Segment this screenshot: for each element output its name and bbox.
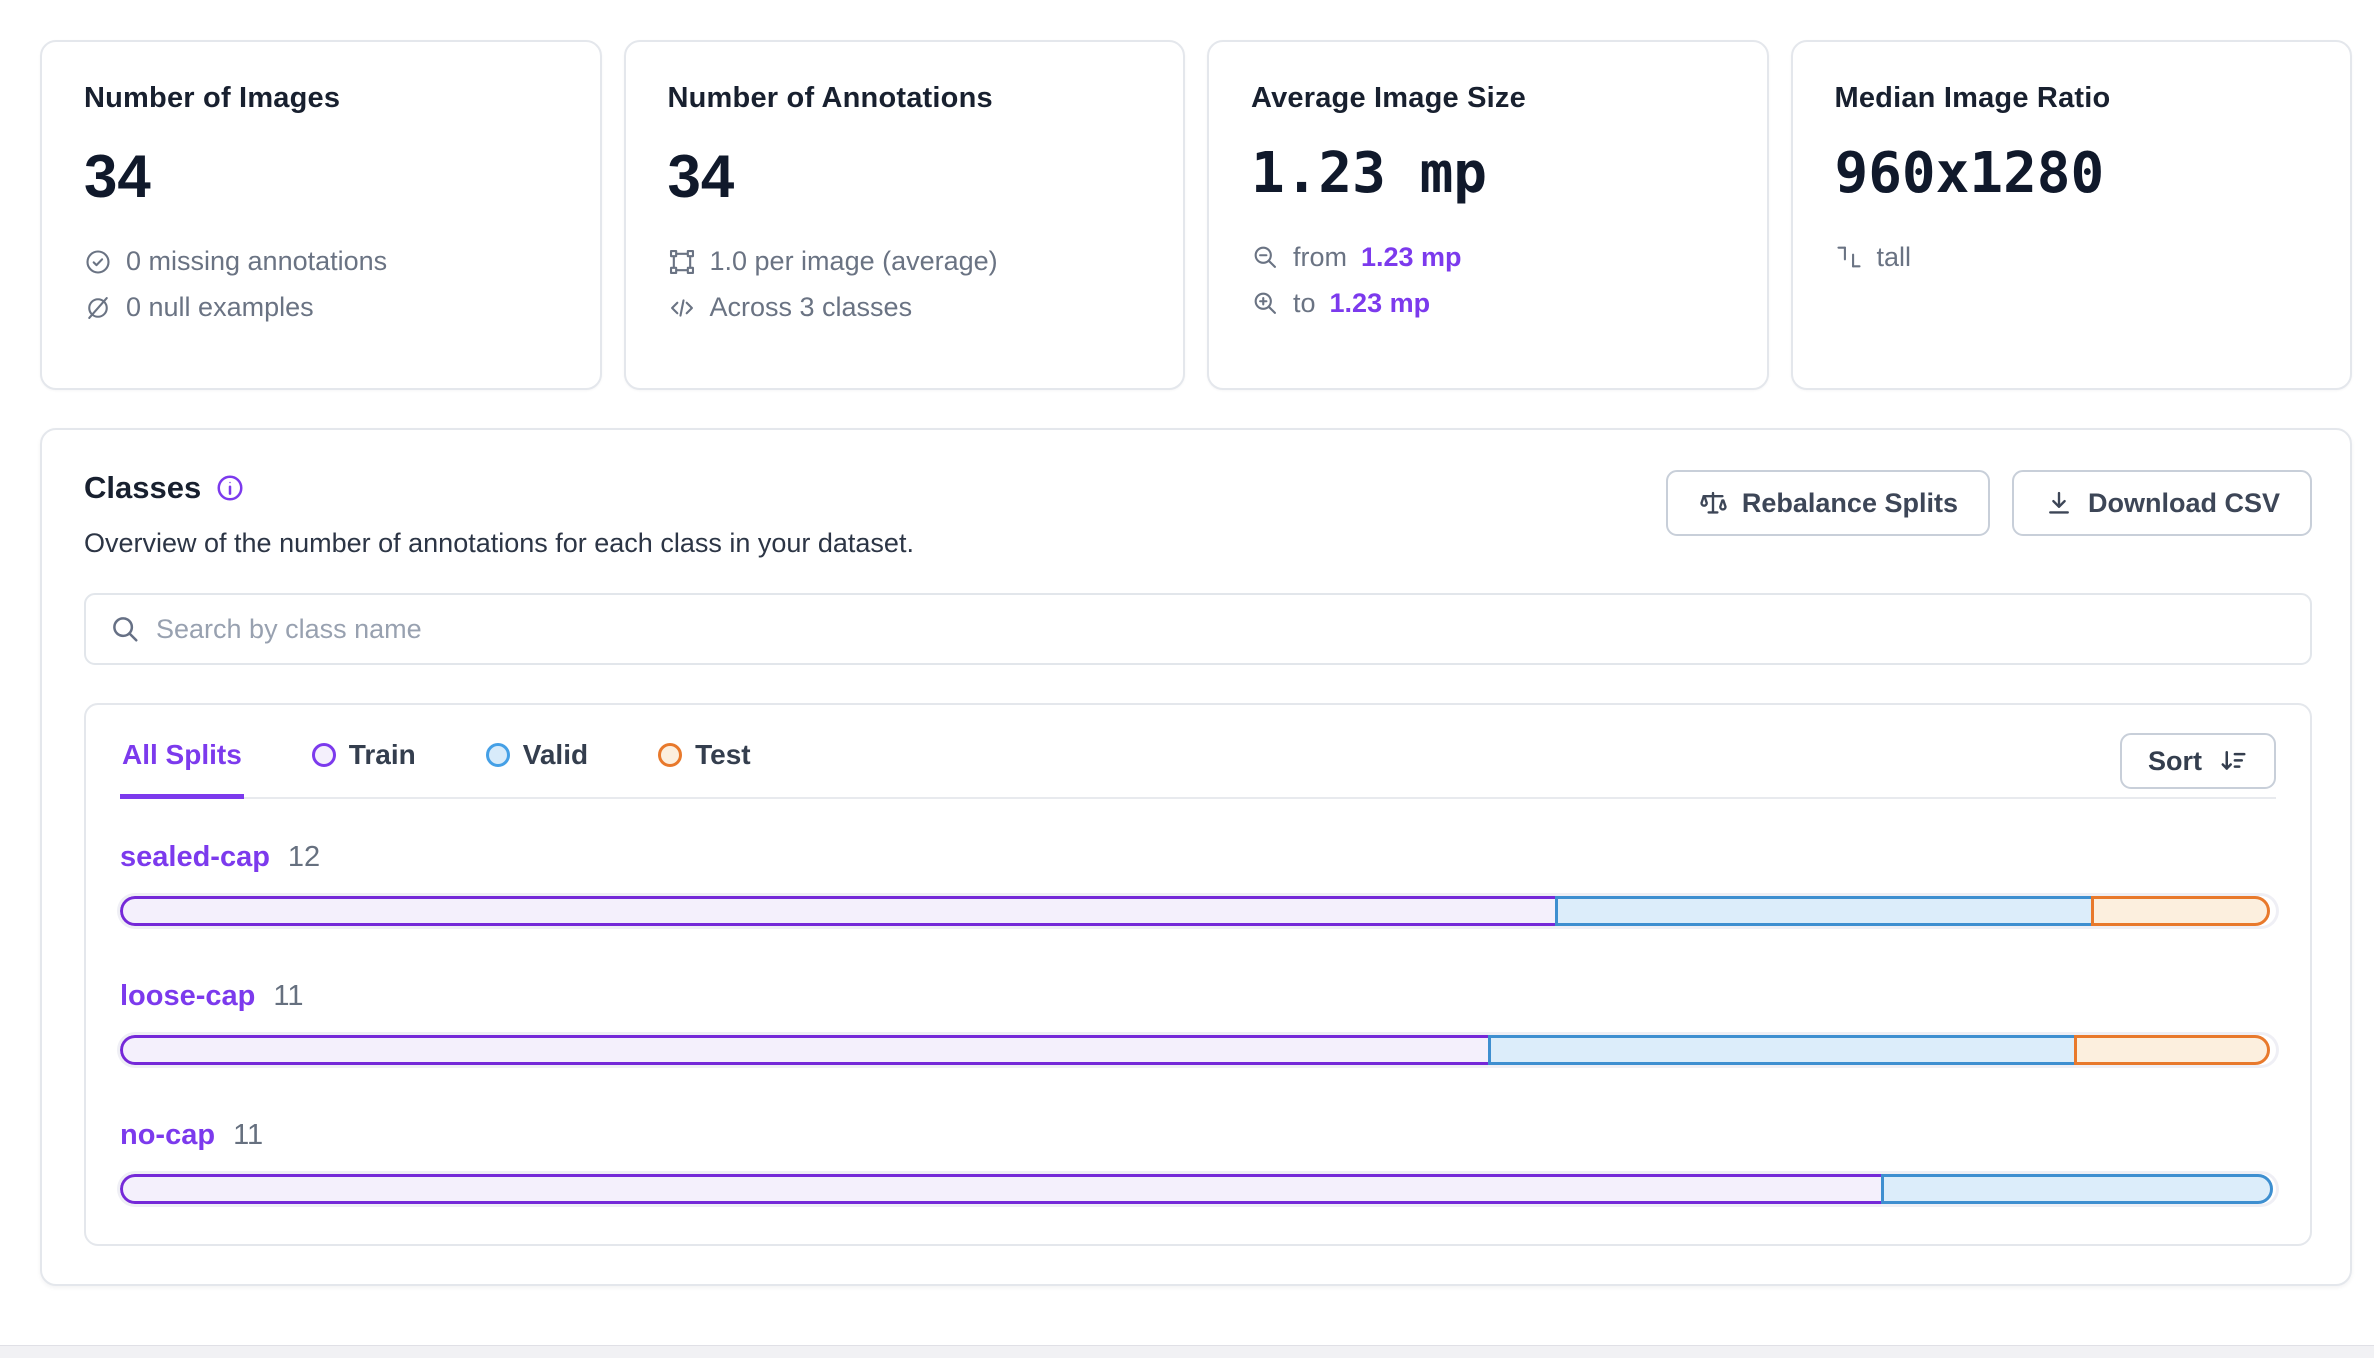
classes-title-block: Classes Overview of the number of annota… — [84, 470, 914, 559]
train-segment — [120, 1035, 1491, 1065]
valid-segment — [1488, 1035, 2077, 1065]
test-segment — [2091, 896, 2270, 926]
download-csv-label: Download CSV — [2088, 488, 2280, 519]
split-distribution-bar — [120, 1174, 2276, 1204]
tab-all-splits[interactable]: All Splits — [120, 731, 244, 799]
splits-panel: All Splits Train Valid Test — [84, 703, 2312, 1246]
tab-all-splits-label: All Splits — [122, 739, 242, 771]
stat-card-number-of-annotations: Number of Annotations 34 1.0 per image (… — [624, 40, 1186, 390]
class-row: sealed-cap 12 — [120, 841, 2276, 926]
bounding-box-icon — [668, 248, 696, 276]
size-to-value[interactable]: 1.23 mp — [1330, 288, 1431, 319]
tab-train[interactable]: Train — [310, 731, 418, 797]
size-from-value[interactable]: 1.23 mp — [1361, 242, 1462, 273]
zoom-out-icon — [1251, 243, 1279, 271]
code-icon — [668, 294, 696, 322]
download-csv-button[interactable]: Download CSV — [2012, 470, 2312, 536]
tab-train-label: Train — [349, 739, 416, 771]
classes-card: Classes Overview of the number of annota… — [40, 428, 2352, 1286]
search-icon — [110, 614, 140, 644]
stat-card-number-of-images: Number of Images 34 0 missing annotation… — [40, 40, 602, 390]
balance-scale-icon — [1698, 488, 1728, 518]
stat-card-median-image-ratio: Median Image Ratio 960x1280 tall — [1791, 40, 2353, 390]
test-swatch-icon — [658, 743, 682, 767]
stat-card-average-image-size: Average Image Size 1.23 mp from 1.23 mp … — [1207, 40, 1769, 390]
size-from-label: from — [1293, 242, 1347, 273]
classes-subtitle: Overview of the number of annotations fo… — [84, 528, 914, 559]
class-name-link[interactable]: no-cap — [120, 1119, 215, 1152]
size-to-line: to 1.23 mp — [1251, 288, 1725, 319]
stat-value: 1.23 mp — [1251, 145, 1725, 204]
test-segment — [2074, 1035, 2270, 1065]
across-classes-text: Across 3 classes — [710, 292, 913, 323]
tab-test-label: Test — [695, 739, 751, 771]
class-name-link[interactable]: loose-cap — [120, 980, 255, 1013]
split-distribution-bar — [120, 896, 2276, 926]
classes-title: Classes — [84, 470, 201, 506]
zoom-in-icon — [1251, 289, 1279, 317]
stat-value: 34 — [668, 145, 1142, 208]
class-count: 11 — [233, 1119, 263, 1152]
info-icon[interactable] — [215, 473, 245, 503]
stat-value: 34 — [84, 145, 558, 208]
stat-value: 960x1280 — [1835, 145, 2309, 204]
tab-valid[interactable]: Valid — [484, 731, 590, 797]
size-from-line: from 1.23 mp — [1251, 242, 1725, 273]
valid-swatch-icon — [486, 743, 510, 767]
sort-descending-icon — [2218, 746, 2248, 776]
stat-title: Average Image Size — [1251, 82, 1725, 115]
train-segment — [120, 896, 1558, 926]
ratio-line: tall — [1835, 242, 2309, 273]
class-row: loose-cap 11 — [120, 980, 2276, 1065]
class-row: no-cap 11 — [120, 1119, 2276, 1204]
sort-label: Sort — [2148, 746, 2202, 777]
sort-button[interactable]: Sort — [2120, 733, 2276, 789]
ratio-text: tall — [1877, 242, 1912, 273]
stat-title: Number of Images — [84, 82, 558, 115]
stat-title: Median Image Ratio — [1835, 82, 2309, 115]
health-check-page: Number of Images 34 0 missing annotation… — [0, 0, 2374, 1358]
rebalance-splits-button[interactable]: Rebalance Splits — [1666, 470, 1990, 536]
class-count: 11 — [273, 980, 303, 1013]
per-image-line: 1.0 per image (average) — [668, 246, 1142, 277]
class-name-link[interactable]: sealed-cap — [120, 841, 270, 874]
null-examples-line: 0 null examples — [84, 292, 558, 323]
rebalance-splits-label: Rebalance Splits — [1742, 488, 1958, 519]
class-count: 12 — [288, 841, 320, 874]
split-tabs: All Splits Train Valid Test — [120, 731, 753, 797]
class-search-box — [84, 593, 2312, 665]
missing-annotations-line: 0 missing annotations — [84, 246, 558, 277]
class-search-input[interactable] — [156, 614, 2286, 645]
download-icon — [2044, 488, 2074, 518]
train-swatch-icon — [312, 743, 336, 767]
stat-title: Number of Annotations — [668, 82, 1142, 115]
tab-valid-label: Valid — [523, 739, 588, 771]
per-image-text: 1.0 per image (average) — [710, 246, 998, 277]
next-section-edge — [0, 1345, 2374, 1358]
valid-segment — [1555, 896, 2094, 926]
across-classes-line: Across 3 classes — [668, 292, 1142, 323]
size-to-label: to — [1293, 288, 1316, 319]
train-segment — [120, 1174, 1884, 1204]
tab-test[interactable]: Test — [656, 731, 753, 797]
valid-segment — [1881, 1174, 2273, 1204]
stats-row: Number of Images 34 0 missing annotation… — [40, 40, 2352, 390]
ratio-tall-icon — [1835, 243, 1863, 271]
null-set-icon — [84, 294, 112, 322]
split-distribution-bar — [120, 1035, 2276, 1065]
missing-annotations-text: 0 missing annotations — [126, 246, 387, 277]
null-examples-text: 0 null examples — [126, 292, 314, 323]
check-circle-icon — [84, 248, 112, 276]
